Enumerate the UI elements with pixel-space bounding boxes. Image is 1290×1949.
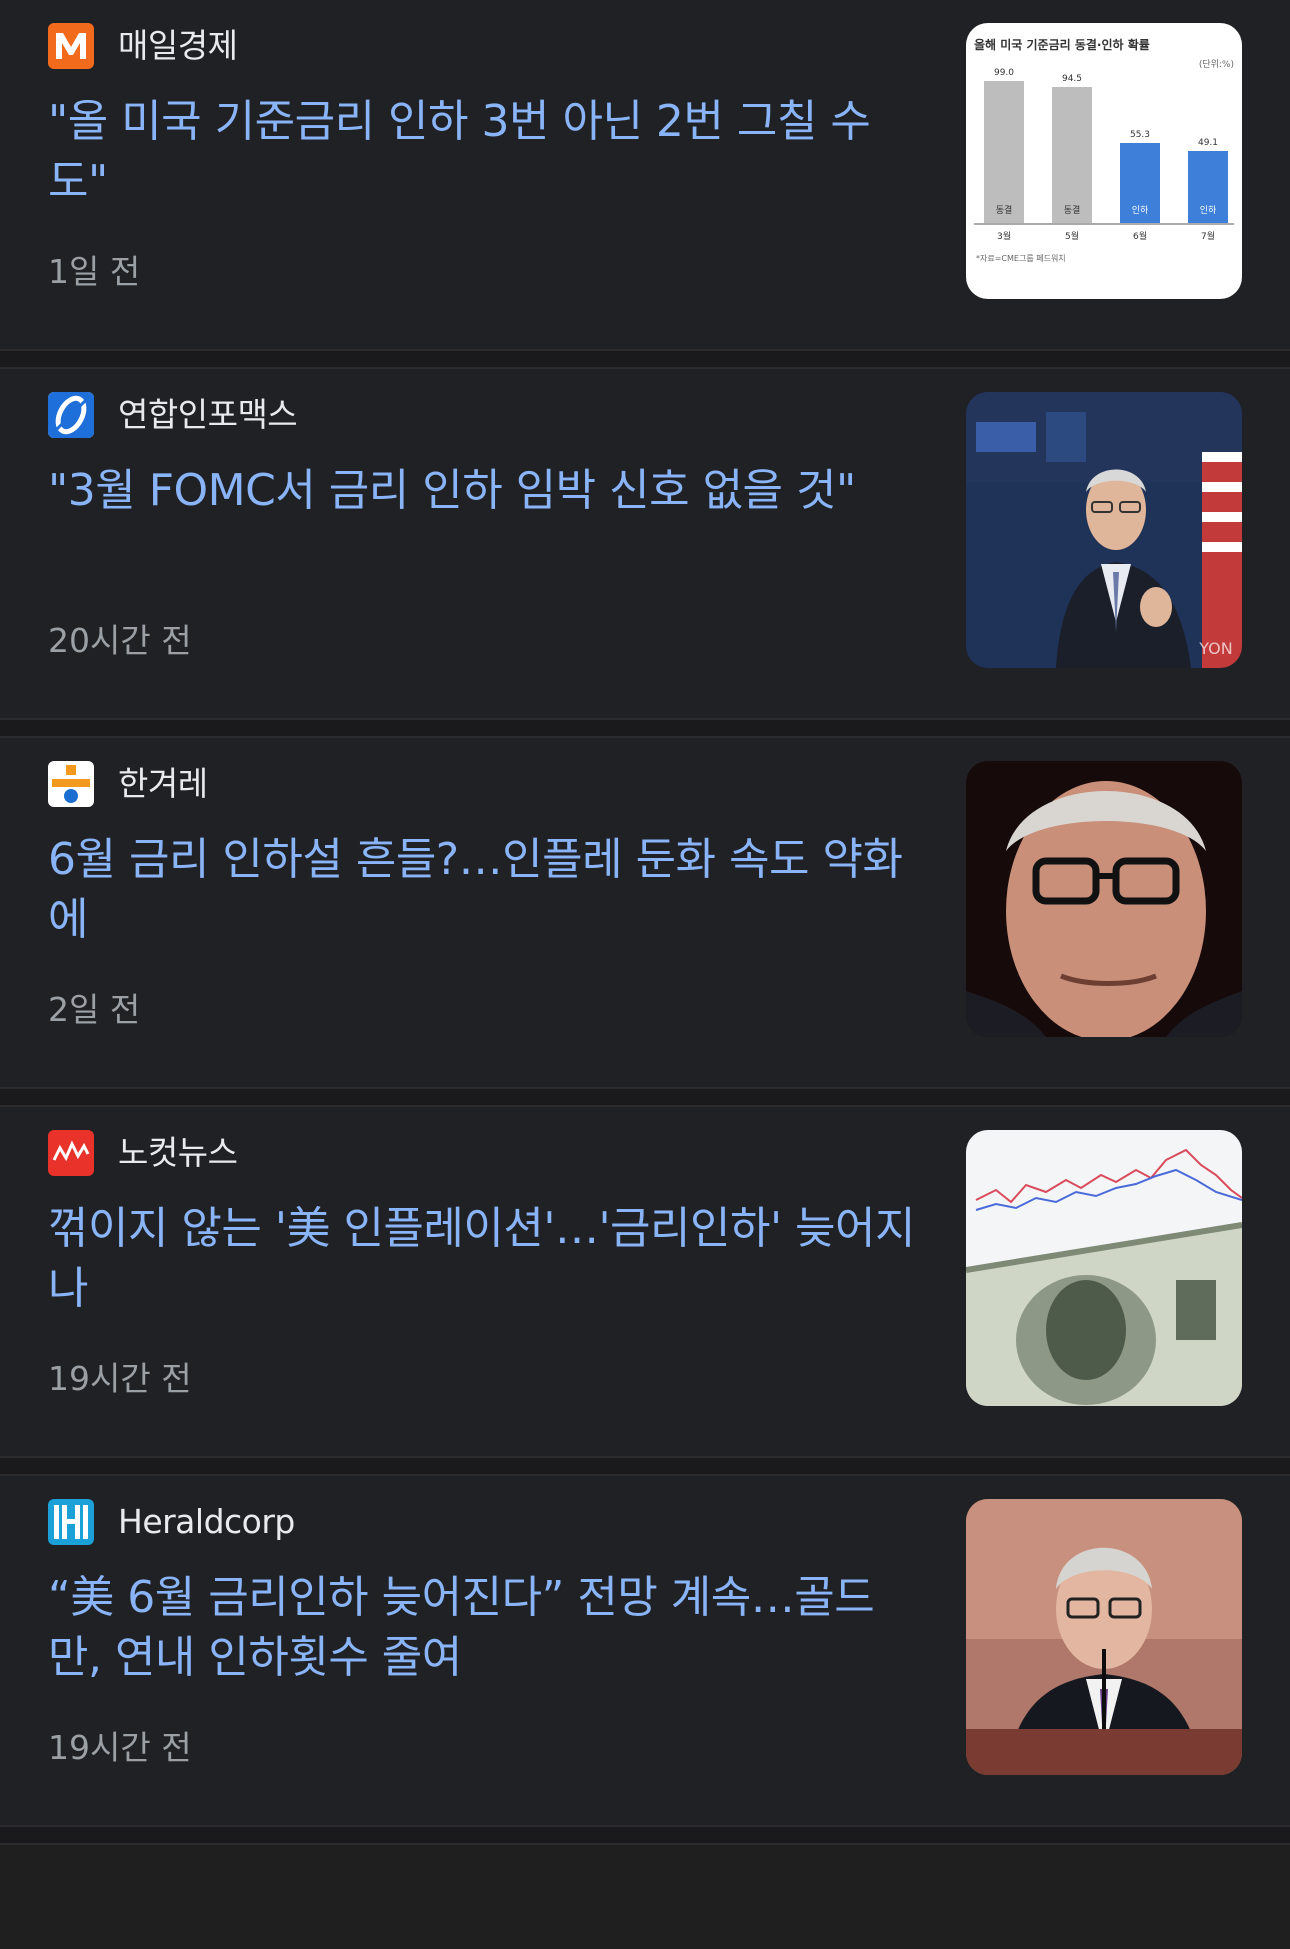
source-row: Heraldcorp [48, 1499, 295, 1545]
thumbnail-image[interactable] [966, 761, 1242, 1037]
bar-march [984, 81, 1024, 223]
chart-unit: (단위:%) [1199, 59, 1234, 70]
bar-month: 5월 [1065, 230, 1079, 242]
bar-value: 99.0 [994, 68, 1014, 78]
source-row: 노컷뉴스 [48, 1130, 238, 1176]
bar-state: 인하 [1200, 205, 1217, 216]
divider [0, 718, 1290, 738]
headline-link[interactable]: 6월 금리 인하설 흔들?…인플레 둔화 속도 약화에 [48, 830, 918, 950]
news-card[interactable]: 한겨레 6월 금리 인하설 흔들?…인플레 둔화 속도 약화에 2일 전 [0, 738, 1290, 1087]
bar-month: 3월 [997, 230, 1011, 242]
hankyoreh-logo-icon [48, 761, 94, 807]
source-row: 매일경제 [48, 23, 238, 69]
bar-month: 6월 [1133, 230, 1147, 242]
timestamp: 2일 전 [48, 990, 141, 1029]
source-name: 노컷뉴스 [118, 1133, 238, 1172]
bar-state: 동결 [996, 205, 1013, 216]
headline-link[interactable]: "3월 FOMC서 금리 인하 임박 신호 없을 것" [48, 461, 918, 521]
news-card[interactable]: Heraldcorp “美 6월 금리인하 늦어진다” 전망 계속…골드만, 연… [0, 1476, 1290, 1825]
maeil-logo-icon [48, 23, 94, 69]
divider [0, 1087, 1290, 1107]
bar-may [1052, 87, 1092, 223]
chart-source: *자료=CME그룹 페드워치 [976, 253, 1066, 263]
source-name: 매일경제 [118, 26, 238, 65]
source-row: 한겨레 [48, 761, 208, 807]
timestamp: 19시간 전 [48, 1728, 192, 1767]
news-card[interactable]: 매일경제 "올 미국 기준금리 인하 3번 아닌 2번 그칠 수도" 1일 전 … [0, 0, 1290, 349]
source-name: 연합인포맥스 [118, 395, 298, 434]
source-name: 한겨레 [118, 764, 208, 803]
timestamp: 20시간 전 [48, 621, 192, 660]
divider [0, 1825, 1290, 1845]
bar-state: 동결 [1064, 205, 1081, 216]
headline-link[interactable]: "올 미국 기준금리 인하 3번 아닌 2번 그칠 수도" [48, 92, 918, 212]
nocut-logo-icon [48, 1130, 94, 1176]
bar-value: 55.3 [1130, 130, 1150, 140]
heraldcorp-logo-icon [48, 1499, 94, 1545]
bar-month: 7월 [1201, 230, 1215, 242]
news-card[interactable]: 노컷뉴스 꺾이지 않는 '美 인플레이션'…'금리인하' 늦어지나 19시간 전 [0, 1107, 1290, 1456]
thumbnail-image[interactable] [966, 1499, 1242, 1775]
thumbnail-image[interactable]: YON [966, 392, 1242, 668]
bar-state: 인하 [1132, 205, 1149, 216]
headline-link[interactable]: “美 6월 금리인하 늦어진다” 전망 계속…골드만, 연내 인하횟수 줄여 [48, 1568, 918, 1688]
source-row: 연합인포맥스 [48, 392, 298, 438]
thumbnail-image[interactable]: 올해 미국 기준금리 동결·인하 확률 (단위:%) 99.0 94.5 55.… [966, 23, 1242, 299]
news-card[interactable]: 연합인포맥스 "3월 FOMC서 금리 인하 임박 신호 없을 것" 20시간 … [0, 369, 1290, 718]
divider [0, 1456, 1290, 1476]
timestamp: 19시간 전 [48, 1359, 192, 1398]
bar-value: 49.1 [1198, 138, 1218, 148]
divider [0, 349, 1290, 369]
headline-link[interactable]: 꺾이지 않는 '美 인플레이션'…'금리인하' 늦어지나 [48, 1199, 918, 1319]
chart-title: 올해 미국 기준금리 동결·인하 확률 [974, 37, 1150, 52]
bar-value: 94.5 [1062, 74, 1082, 84]
watermark: YON [1198, 639, 1232, 658]
timestamp: 1일 전 [48, 252, 141, 291]
source-name: Heraldcorp [118, 1502, 295, 1541]
thumbnail-image[interactable] [966, 1130, 1242, 1406]
yonhap-infomax-logo-icon [48, 392, 94, 438]
